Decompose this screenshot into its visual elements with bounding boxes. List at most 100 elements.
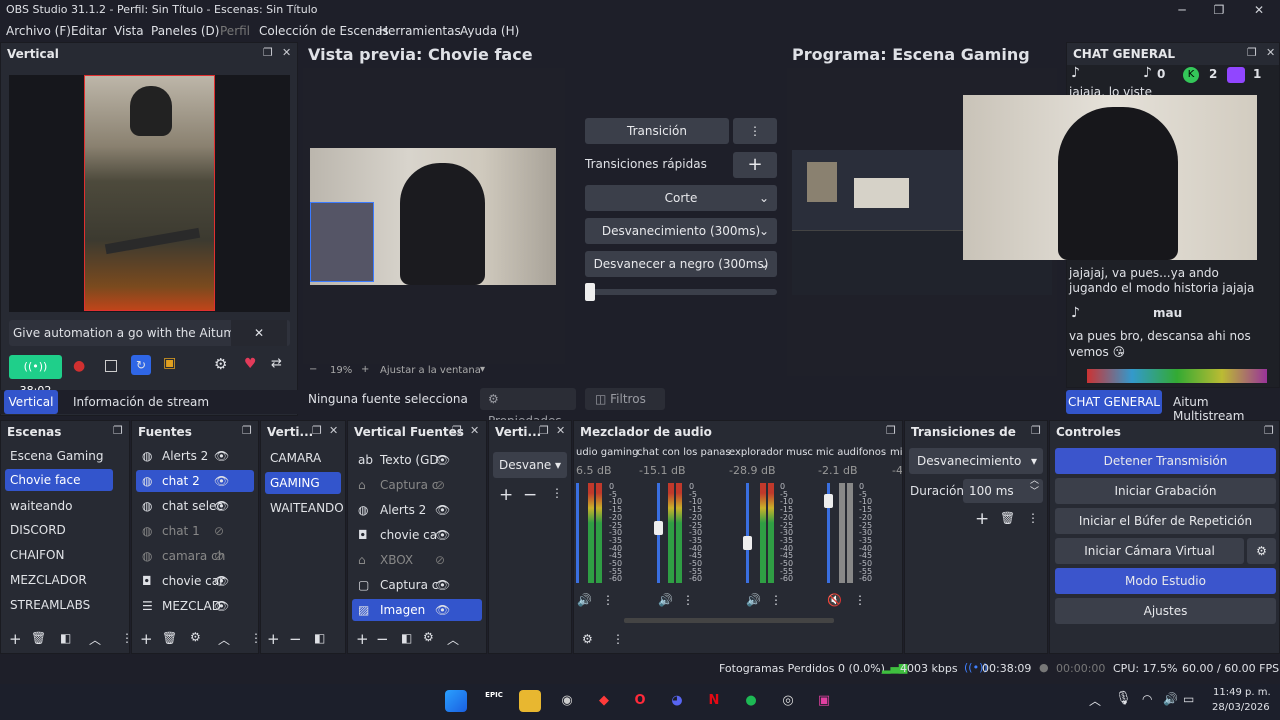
menu-archivo[interactable]: Archivo (F) — [6, 24, 71, 38]
close-icon[interactable]: ✕ — [282, 46, 291, 59]
cut-button[interactable]: Corte ⌄ — [585, 185, 777, 211]
more-icon[interactable]: ⋮ — [612, 632, 624, 646]
add-icon[interactable]: + — [356, 630, 369, 648]
scene-transition-select[interactable]: Desvanecimiento ▾ — [909, 448, 1043, 474]
duration-input[interactable]: 100 ms ︿ ﹀ — [963, 476, 1043, 503]
scene-item[interactable]: MEZCLADOR — [5, 569, 113, 591]
record-icon[interactable]: ● — [73, 358, 85, 374]
opera-icon[interactable]: O — [629, 690, 651, 712]
add-icon[interactable]: + — [9, 630, 22, 648]
emote-bar[interactable] — [1087, 369, 1267, 383]
eye-icon[interactable]: 👁 — [435, 578, 450, 592]
obs-icon[interactable]: ◎ — [777, 690, 799, 712]
source-item[interactable]: MEZCLAD — [136, 595, 254, 617]
windows-start-icon[interactable] — [445, 690, 467, 712]
eye-icon[interactable]: 👁 — [214, 449, 229, 463]
mixer-scrollbar[interactable] — [624, 618, 834, 623]
eye-icon[interactable]: 👁 — [214, 499, 229, 513]
stop-stream-button[interactable]: Detener Transmisión — [1055, 448, 1276, 474]
gear-icon[interactable]: ⚙ — [582, 632, 593, 646]
add-icon[interactable]: + — [140, 630, 153, 648]
float-icon[interactable]: ❐ — [263, 46, 273, 59]
filter-icon[interactable]: ◧ — [401, 631, 412, 645]
fit-window-label[interactable]: Ajustar a la ventana — [380, 365, 481, 376]
vertical-source-item[interactable]: Imagen — [352, 599, 482, 621]
netflix-icon[interactable]: N — [703, 690, 725, 712]
tbar-handle[interactable] — [585, 283, 595, 301]
maximize-button[interactable]: ❐ — [1199, 0, 1239, 20]
preview-canvas[interactable] — [303, 68, 565, 364]
volume-icon[interactable]: 🔊 — [1163, 692, 1178, 706]
zoom-in-button[interactable]: + — [361, 364, 369, 375]
menu-vista[interactable]: Vista — [114, 24, 144, 38]
add-transition-button[interactable]: + — [733, 152, 777, 178]
switch-icon[interactable]: ⇄ — [271, 356, 282, 371]
remove-icon[interactable]: − — [376, 630, 389, 648]
move-up-icon[interactable]: ︿ — [447, 631, 459, 648]
eye-icon[interactable]: 👁 — [214, 599, 229, 613]
menu-perfil[interactable]: Perfil — [220, 24, 250, 38]
vertical-source-item[interactable]: chovie ca — [352, 524, 482, 546]
discord-icon[interactable]: ◕ — [666, 690, 688, 712]
scene-item[interactable]: DISCORD — [5, 519, 113, 541]
properties-button[interactable]: ⚙ Propiedades — [480, 388, 576, 428]
notice-close-button[interactable]: ✕ — [231, 320, 287, 346]
menu-coleccion[interactable]: Colección de Escenas — [259, 24, 389, 38]
scene-item[interactable]: waiteando — [5, 495, 113, 517]
gear-icon[interactable]: ⚙ — [214, 355, 227, 373]
eye-hidden-icon[interactable]: ⊘ — [435, 553, 445, 567]
more-icon[interactable]: ⋮ — [551, 486, 563, 500]
filter-icon[interactable]: ◧ — [60, 631, 71, 645]
vertical-source-item[interactable]: Alerts 2 — [352, 499, 482, 521]
eye-icon[interactable]: 👁 — [435, 503, 450, 517]
speaker-icon[interactable]: 🔊 — [577, 593, 592, 607]
more-icon[interactable]: ⋮ — [854, 593, 866, 607]
eye-icon[interactable]: 👁 — [435, 603, 450, 617]
eye-icon[interactable]: 👁 — [435, 528, 450, 542]
move-up-icon[interactable]: ︿ — [89, 631, 101, 648]
filter-icon[interactable]: ◧ — [314, 631, 325, 645]
menu-herramientas[interactable]: Herramientas — [379, 24, 461, 38]
fade-button[interactable]: Desvanecimiento (300ms) ⌄ — [585, 218, 777, 244]
filters-button[interactable]: ◫ Filtros — [585, 388, 665, 410]
vertical-source-item[interactable]: Captura c — [352, 474, 482, 496]
steam-icon[interactable]: ◉ — [556, 690, 578, 712]
file-explorer-icon[interactable] — [519, 690, 541, 712]
mic-icon[interactable]: 🎙 — [1115, 691, 1132, 706]
fade-black-button[interactable]: Desvanecer a negro (300ms) ⌄ — [585, 251, 777, 277]
scene-item[interactable]: CHAIFON — [5, 544, 113, 566]
speaker-icon[interactable]: 🔊 — [746, 593, 761, 607]
menu-paneles[interactable]: Paneles (D) — [151, 24, 219, 38]
eye-hidden-icon[interactable]: ⊘ — [214, 524, 224, 538]
source-bounding-box[interactable] — [310, 202, 374, 282]
menu-ayuda[interactable]: Ayuda (H) — [460, 24, 519, 38]
float-icon[interactable]: ❐ — [1031, 424, 1041, 437]
move-up-icon[interactable]: ︿ — [218, 631, 230, 648]
remove-icon[interactable]: − — [289, 630, 302, 648]
replay-icon[interactable]: ↻ — [131, 355, 151, 375]
float-icon[interactable]: ❐ — [242, 424, 252, 437]
vertical-scene-item[interactable]: GAMING — [265, 472, 341, 494]
virtual-camera-button[interactable]: Iniciar Cámara Virtual — [1055, 538, 1244, 564]
app-icon[interactable]: ▣ — [813, 690, 835, 712]
eye-icon[interactable]: 👁 — [214, 474, 229, 488]
speaker-icon[interactable]: 🔊 — [658, 593, 673, 607]
transition-button[interactable]: Transición — [585, 118, 729, 144]
float-icon[interactable]: ❐ — [452, 424, 462, 437]
tab-stream-info[interactable]: Información de stream — [73, 395, 209, 409]
float-icon[interactable]: ❐ — [312, 424, 322, 437]
start-recording-button[interactable]: Iniciar Grabación — [1055, 478, 1276, 504]
chevron-down-icon[interactable]: ▾ — [480, 364, 485, 375]
close-icon[interactable]: ✕ — [556, 424, 565, 437]
transition-more-button[interactable]: ⋮ — [733, 118, 777, 144]
chevron-up-icon[interactable]: ︿ — [1089, 692, 1101, 709]
eye-icon[interactable]: 👁 — [435, 453, 450, 467]
trash-icon[interactable]: 🗑 — [1000, 511, 1015, 525]
tab-aitum-multistream[interactable]: Aitum Multistream — [1173, 395, 1280, 423]
eye-hidden-icon[interactable]: ⊘ — [435, 478, 445, 492]
source-item[interactable]: chat selec — [136, 495, 254, 517]
volume-handle[interactable] — [743, 536, 752, 550]
eye-icon[interactable]: 👁 — [214, 574, 229, 588]
vertical-source-item[interactable]: XBOX — [352, 549, 482, 571]
gear-icon[interactable]: ⚙ — [190, 630, 201, 644]
